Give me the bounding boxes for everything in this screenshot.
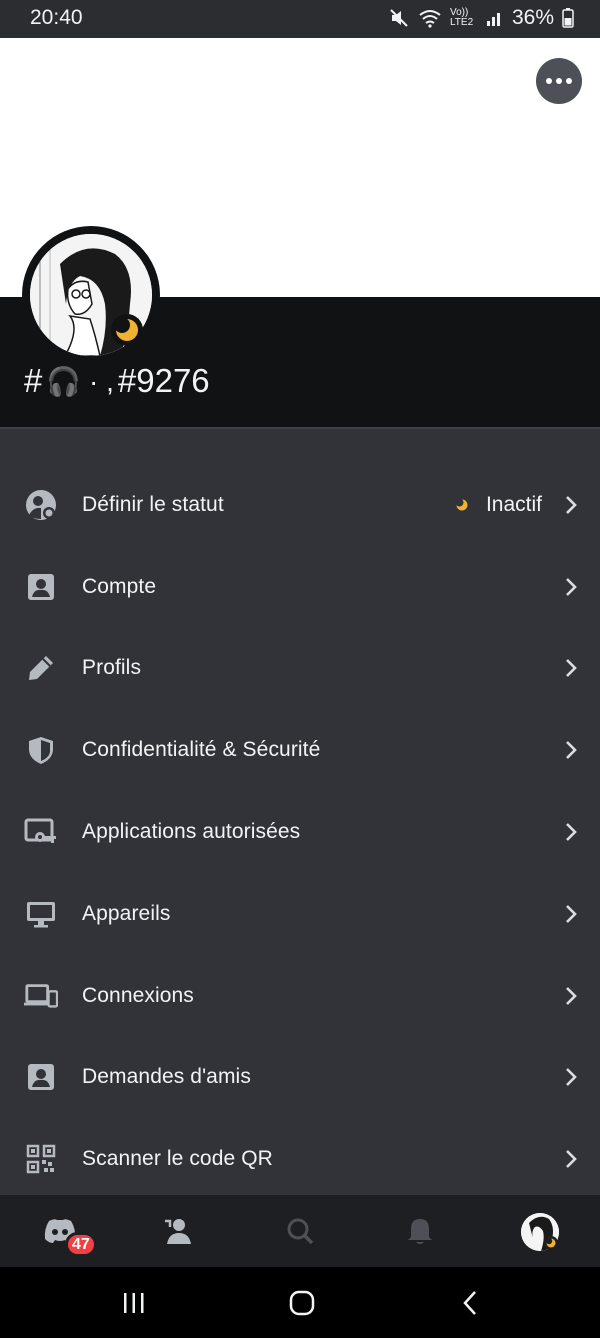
chevron-right-icon — [566, 986, 577, 1005]
menu-label: Connexions — [82, 983, 194, 1007]
recent-apps-button[interactable] — [114, 1287, 154, 1319]
menu-label: Applications autorisées — [82, 820, 301, 844]
chevron-right-icon — [566, 823, 577, 841]
username-prefix: # — [24, 362, 43, 399]
dot — [556, 78, 562, 84]
menu-item-connections[interactable]: Connexions — [0, 955, 600, 1037]
signal-icon — [486, 9, 504, 27]
qr-code-icon — [24, 1142, 58, 1176]
username: # 🎧 · , #9276 — [24, 362, 210, 400]
idle-moon-icon — [455, 493, 468, 517]
network-label: Vo)) LTE2 — [449, 7, 474, 28]
wifi-icon — [418, 8, 442, 28]
dot — [546, 78, 552, 84]
home-button[interactable] — [282, 1287, 322, 1319]
menu-item-scan-qr[interactable]: Scanner le code QR — [0, 1118, 600, 1200]
idle-status-indicator — [111, 314, 143, 346]
username-emoji: 🎧 · , — [46, 365, 114, 397]
status-value: Inactif — [455, 492, 542, 517]
divider — [0, 427, 600, 429]
status-bar: 20:40 Vo)) LTE2 36% — [0, 0, 600, 38]
settings-menu: Définir le statut Inactif Compte Profils… — [0, 464, 600, 1200]
status-time: 20:40 — [30, 6, 83, 29]
chevron-right-icon — [566, 904, 577, 923]
shield-icon — [24, 733, 58, 767]
status-value-label: Inactif — [485, 492, 542, 516]
chevron-right-icon — [566, 1150, 577, 1169]
battery-text: 36% — [511, 6, 554, 29]
status-person-icon — [24, 488, 58, 522]
chevron-right-icon — [566, 659, 577, 678]
menu-item-set-status[interactable]: Définir le statut Inactif — [0, 464, 600, 546]
android-nav-bar — [0, 1267, 600, 1338]
menu-item-authorized-apps[interactable]: Applications autorisées — [0, 791, 600, 873]
friends-icon[interactable] — [158, 1211, 198, 1251]
menu-label: Appareils — [82, 901, 171, 925]
mute-icon — [388, 7, 410, 29]
chevron-right-icon — [566, 1068, 577, 1087]
monitor-icon — [24, 897, 58, 931]
menu-item-privacy-security[interactable]: Confidentialité & Sécurité — [0, 709, 600, 791]
menu-label: Définir le statut — [82, 492, 224, 516]
menu-label: Profils — [82, 656, 142, 680]
nav-idle-indicator — [544, 1236, 558, 1250]
menu-label: Demandes d'amis — [82, 1065, 251, 1089]
more-options-button[interactable] — [536, 58, 582, 104]
back-button[interactable] — [450, 1287, 490, 1319]
menu-item-friend-requests[interactable]: Demandes d'amis — [0, 1037, 600, 1119]
status-icons: Vo)) LTE2 36% — [388, 6, 574, 30]
dot — [566, 78, 572, 84]
avatar-frame[interactable] — [22, 226, 160, 364]
search-icon[interactable] — [280, 1211, 320, 1251]
notification-badge: 47 — [65, 1232, 97, 1257]
chevron-right-icon — [566, 577, 577, 596]
pencil-icon — [24, 651, 58, 685]
menu-item-profiles[interactable]: Profils — [0, 628, 600, 710]
menu-label: Confidentialité & Sécurité — [82, 738, 321, 762]
menu-item-account[interactable]: Compte — [0, 546, 600, 628]
friend-request-icon — [24, 1060, 58, 1094]
chevron-right-icon — [566, 741, 577, 760]
notifications-icon[interactable] — [400, 1211, 440, 1251]
menu-item-devices[interactable]: Appareils — [0, 873, 600, 955]
devices-icon — [24, 979, 58, 1013]
menu-label: Scanner le code QR — [82, 1147, 273, 1171]
discriminator: #9276 — [117, 362, 210, 399]
battery-icon — [562, 8, 574, 28]
menu-label: Compte — [82, 574, 157, 598]
bottom-navigation — [0, 1195, 600, 1267]
authorized-apps-icon — [24, 815, 58, 849]
account-card-icon — [24, 570, 58, 604]
chevron-right-icon — [566, 495, 577, 514]
